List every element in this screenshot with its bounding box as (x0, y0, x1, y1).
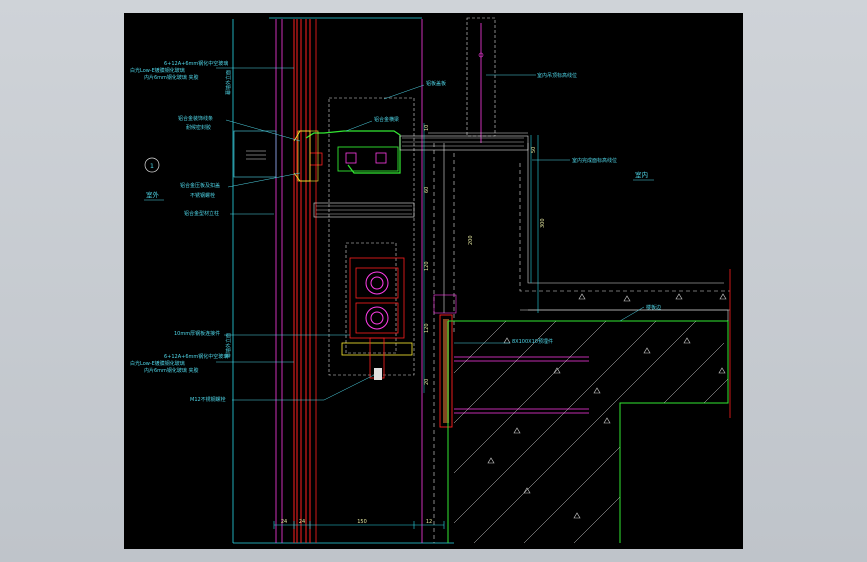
cad-section-drawing: 1 室外 室内 6+12A+6mm钢化中空玻璃 白光Low-E镀膜钢化玻璃 内片… (130, 17, 731, 544)
cad-drawing-canvas[interactable]: 1 室外 室内 6+12A+6mm钢化中空玻璃 白光Low-E镀膜钢化玻璃 内片… (124, 13, 743, 549)
annotation-left-top-3: 内片6mm钢化玻璃 夹胶 (144, 74, 199, 81)
annotation-left-bot-3: 白光Low-E镀膜钢化玻璃 (130, 360, 185, 367)
indoor-label: 室内 (635, 170, 648, 179)
annotation-left-mid-3: 铝合金压板及扣盖 (180, 182, 220, 189)
annotation-left-top-1: 6+12A+6mm钢化中空玻璃 (164, 60, 228, 67)
annotation-left-bot-1: 10mm厚钢板连接件 (174, 330, 220, 337)
dimension-right-7: 120 (424, 323, 430, 333)
grid-marker-label: 1 (150, 162, 154, 170)
dimension-right-2: 200 (468, 235, 474, 245)
annotation-ceiling-1: 室内吊顶标高线位 (537, 72, 577, 79)
dimension-bottom-1: 24 (281, 519, 287, 525)
dimension-right-3: 300 (540, 218, 546, 228)
dimension-right-4: 10 (424, 125, 430, 131)
annotation-green-profile: 铝合金横梁 (374, 116, 399, 123)
dimension-right-6: 120 (424, 261, 430, 271)
dimension-bottom-2: 24 (299, 519, 305, 525)
dimension-right-5: 60 (424, 187, 430, 193)
annotation-left-bot-4: 内片6mm钢化玻璃 夹胶 (144, 367, 199, 374)
annotation-left-mid-1: 铝合金装饰线条 (178, 115, 213, 122)
dimension-right-8: 20 (424, 379, 430, 385)
annotation-left-mid-2: 耐候密封胶 (186, 124, 211, 131)
dimension-bottom-3: 150 (357, 519, 367, 525)
annotation-vertical-1: 幕墙外立面 (225, 70, 232, 95)
annotation-top-box: 铝板盖板 (426, 80, 446, 87)
annotation-vertical-2: 幕墙外立面 (225, 333, 232, 358)
annotation-slab-edge: 楼板边 (646, 304, 661, 311)
annotation-left-bot-2: 6+12A+6mm钢化中空玻璃 (164, 353, 228, 360)
annotation-left-mid-4: 不锈钢螺栓 (190, 192, 215, 199)
annotation-ceiling-2: 室内完成面标高线位 (572, 157, 617, 164)
annotation-left-mid-5: 铝合金型材立柱 (184, 210, 219, 217)
dimension-right-1: 50 (531, 147, 537, 153)
outdoor-label: 室外 (146, 190, 160, 199)
annotation-anchor: 8X100X10预埋件 (512, 338, 553, 345)
dimension-bottom-4: 12 (426, 519, 432, 525)
annotation-left-top-2: 白光Low-E镀膜钢化玻璃 (130, 67, 185, 74)
annotation-left-bot-5: M12不锈钢螺栓 (190, 396, 226, 403)
